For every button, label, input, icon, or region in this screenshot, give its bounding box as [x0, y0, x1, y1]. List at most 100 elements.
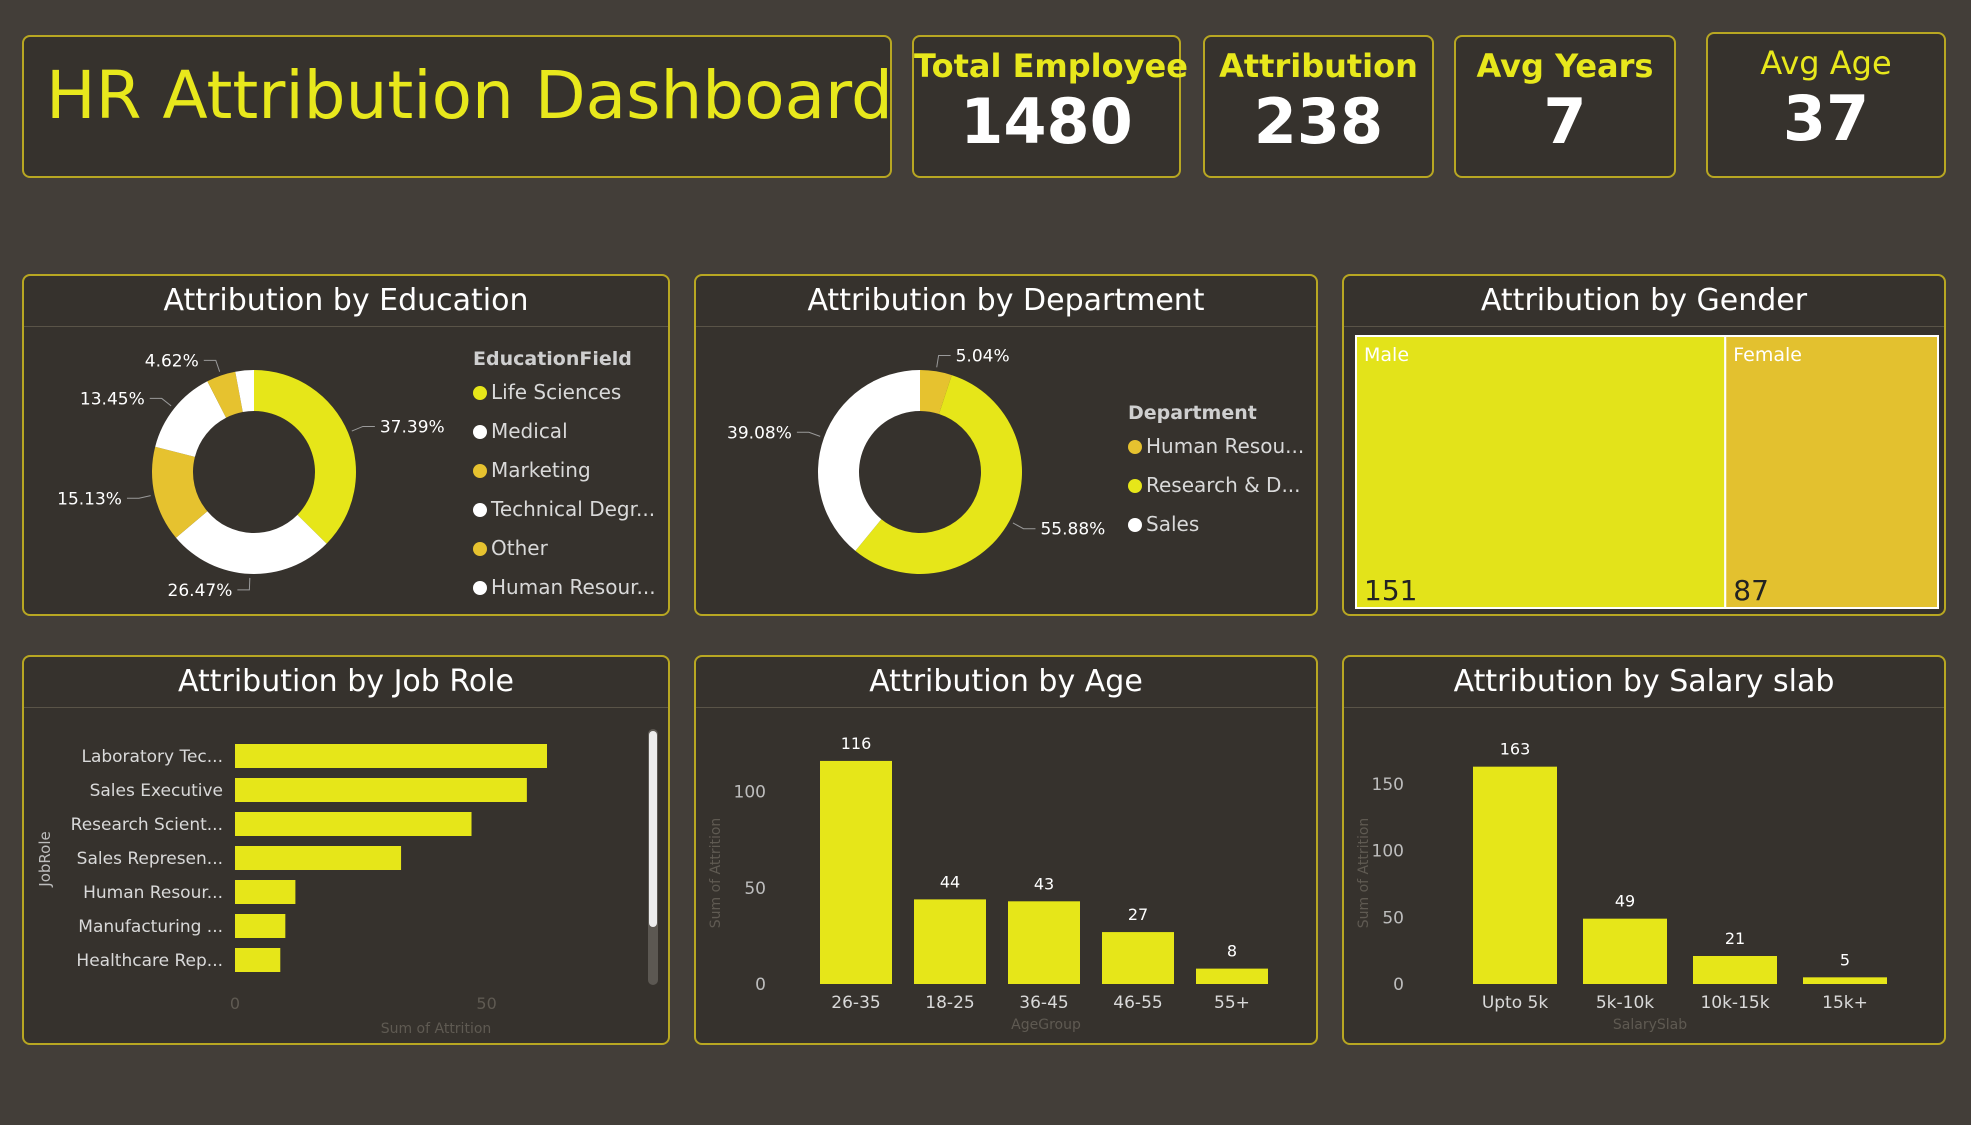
category-label: Human Resour...	[83, 883, 223, 903]
data-label: 44	[940, 872, 960, 891]
legend-item: Technical Degr...	[490, 497, 655, 521]
legend-marker	[1128, 518, 1142, 532]
legend-marker	[473, 503, 487, 517]
legend-item: Marketing	[491, 458, 591, 482]
treemap-value: 151	[1364, 574, 1417, 607]
category-label: 55+	[1214, 993, 1250, 1013]
category-label: Healthcare Rep...	[76, 951, 223, 971]
scrollbar-thumb	[649, 731, 657, 927]
gender-treemap-chart: Male 151 Female 87	[1355, 335, 1939, 609]
y-tick-label: 50	[1382, 908, 1404, 928]
legend-item: Research & D...	[1146, 473, 1301, 497]
y-tick-label: 150	[1372, 775, 1404, 795]
panel-education: Attribution by Education 37.39% 26.47% 15.…	[22, 274, 670, 616]
bar	[1693, 956, 1777, 984]
donut-slice	[817, 370, 920, 551]
legend-item: Human Resou...	[1146, 434, 1304, 458]
leader-line	[936, 354, 951, 368]
legend-marker	[1128, 440, 1142, 454]
bar	[235, 846, 402, 870]
data-label: 27	[1128, 905, 1148, 924]
bar	[235, 948, 281, 972]
kpi-value: 238	[1253, 85, 1384, 158]
kpi-avg-years: Avg Years 7	[1454, 35, 1676, 178]
bar	[235, 812, 472, 836]
x-tick-label: 50	[476, 994, 496, 1013]
leader-line	[126, 495, 151, 499]
age-bar-chart: 0 50 100 116 26-35 44 18-25 43 36-45 27 46-55 8 55+ A…	[708, 734, 1268, 1033]
leader-line	[237, 577, 251, 591]
kpi-label: Avg Age	[1760, 44, 1892, 82]
kpi-label: Avg Years	[1476, 47, 1654, 85]
x-axis-title: Sum of Attrition	[381, 1021, 492, 1037]
panel-department: Attribution by Department 5.04% 55.88% 39.…	[694, 274, 1318, 616]
leader-line	[351, 425, 375, 432]
bar	[235, 778, 527, 802]
legend-marker	[1128, 479, 1142, 493]
data-label: 5	[1840, 950, 1850, 969]
data-label: 163	[1500, 740, 1531, 759]
category-label: 46-55	[1113, 993, 1162, 1013]
x-axis-title: SalarySlab	[1613, 1017, 1687, 1033]
y-tick-label: 0	[1393, 975, 1404, 995]
jobrole-bar-chart: Laboratory Tec... Sales Executive Research…	[36, 729, 658, 1037]
legend-marker	[473, 464, 487, 478]
bar	[1583, 918, 1667, 984]
panel-salary: Attribution by Salary slab 0 50 100 150 163 U…	[1342, 655, 1946, 1045]
data-label: 55.88%	[1040, 520, 1105, 540]
legend-title: Department	[1128, 402, 1257, 424]
bar	[1196, 968, 1268, 984]
treemap-tile	[1724, 335, 1939, 609]
salary-bar-chart: 0 50 100 150 163 Upto 5k 49 5k-10k 21 10k-15k 5 15k…	[1356, 740, 1887, 1033]
y-axis-title: JobRole	[36, 831, 54, 887]
category-label: 10k-15k	[1700, 993, 1769, 1013]
legend-marker	[473, 386, 487, 400]
leader-line	[796, 431, 821, 437]
panel-age: Attribution by Age 0 50 100 116 26-35 44 18-25…	[694, 655, 1318, 1045]
x-axis-title: AgeGroup	[1011, 1017, 1081, 1033]
kpi-attribution: Attribution 238	[1203, 35, 1434, 178]
category-label: Upto 5k	[1482, 993, 1549, 1013]
leader-line	[203, 359, 221, 372]
legend-item: Sales	[1146, 512, 1199, 536]
category-label: 18-25	[925, 993, 974, 1013]
category-label: Sales Executive	[90, 781, 223, 801]
y-axis-title: Sum of Attrition	[708, 818, 724, 929]
kpi-total-employee: Total Employee 1480	[912, 35, 1188, 178]
bar	[1473, 766, 1557, 984]
education-donut-chart: 37.39% 26.47% 15.13% 13.45%4.62% EducationFi…	[57, 348, 656, 601]
data-label: 39.08%	[727, 423, 792, 443]
bar	[235, 744, 547, 768]
data-label: 13.45%	[80, 389, 145, 409]
legend-marker	[473, 542, 487, 556]
legend-item: Life Sciences	[491, 380, 621, 404]
treemap-label: Female	[1733, 344, 1802, 366]
treemap-tile	[1355, 335, 1727, 609]
donut-slice	[254, 370, 356, 544]
kpi-value: 1480	[960, 85, 1133, 158]
panel-gender: Attribution by Gender Male 151 Female 87	[1342, 274, 1946, 616]
data-label: 49	[1615, 892, 1635, 911]
treemap-value: 87	[1733, 574, 1769, 607]
bar	[914, 899, 986, 984]
category-label: 26-35	[831, 993, 880, 1013]
data-label: 8	[1227, 942, 1237, 961]
category-label: Research Scient...	[71, 815, 223, 835]
bar	[1008, 901, 1080, 984]
category-label: 36-45	[1019, 993, 1068, 1013]
bar	[235, 914, 286, 938]
data-label: 26.47%	[168, 581, 233, 601]
department-donut-chart: 5.04% 55.88% 39.08% Department Human Resou..…	[727, 346, 1304, 574]
kpi-avg-age: Avg Age 37	[1706, 32, 1946, 178]
kpi-value: 7	[1543, 85, 1587, 158]
kpi-label: Total Employee	[914, 47, 1188, 85]
legend-marker	[473, 581, 487, 595]
y-tick-label: 50	[744, 879, 766, 899]
legend-item: Human Resour...	[491, 575, 656, 599]
leader-line	[1012, 522, 1036, 530]
category-label: Sales Represen...	[77, 849, 223, 869]
legend-title: EducationField	[473, 348, 632, 370]
bar	[235, 880, 296, 904]
category-label: Laboratory Tec...	[81, 747, 223, 767]
panel-jobrole: Attribution by Job Role Laboratory Tec..…	[22, 655, 670, 1045]
